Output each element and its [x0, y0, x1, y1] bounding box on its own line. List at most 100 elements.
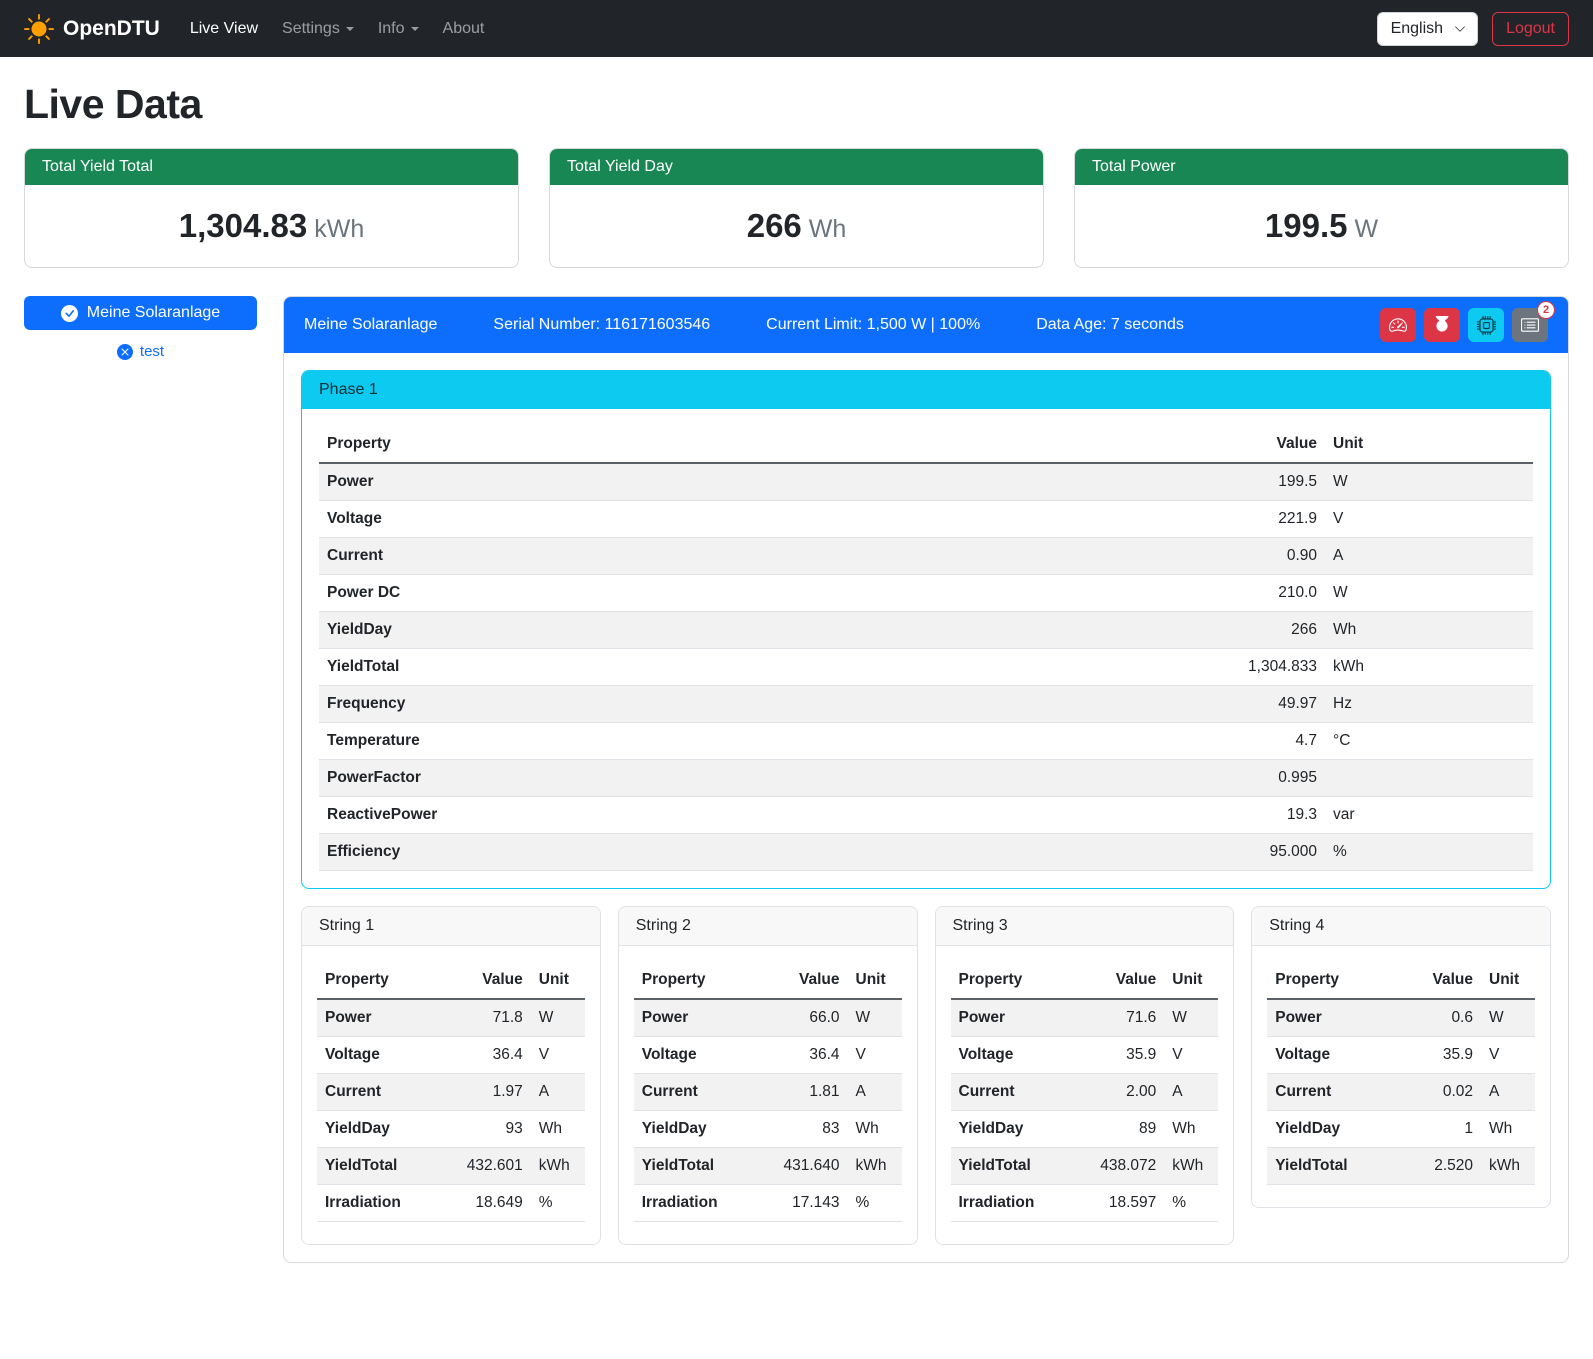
table-row: Power DC210.0W [319, 575, 1533, 612]
table-cell: 93 [445, 1111, 531, 1148]
chevron-down-icon [1454, 23, 1466, 35]
check-circle-icon [61, 305, 78, 322]
table-cell: 1.81 [762, 1074, 848, 1111]
table-cell: % [1325, 834, 1533, 871]
column-property: Property [951, 962, 1079, 999]
column-value: Value [1395, 962, 1481, 999]
table-cell: Current [319, 538, 1190, 575]
table-cell: Efficiency [319, 834, 1190, 871]
table-row: Power66.0W [634, 999, 902, 1037]
table-cell: 0.995 [1190, 760, 1325, 797]
table-cell: 2.520 [1395, 1148, 1481, 1185]
summary-card-value: 266 [747, 207, 802, 244]
column-value: Value [762, 962, 848, 999]
table-cell: 1 [1395, 1111, 1481, 1148]
table-cell: % [848, 1185, 902, 1222]
column-property: Property [319, 426, 1190, 463]
nav-info[interactable]: Info [366, 12, 431, 46]
table-cell: Wh [1481, 1111, 1535, 1148]
sidebar-item-meine-solaranlage[interactable]: Meine Solaranlage [24, 296, 257, 330]
table-row: Current1.97A [317, 1074, 585, 1111]
table-cell: V [1325, 501, 1533, 538]
table-row: YieldDay93Wh [317, 1111, 585, 1148]
table-row: Voltage35.9V [1267, 1037, 1535, 1074]
table-row: Power0.6W [1267, 999, 1535, 1037]
table-cell: Power [634, 999, 762, 1037]
string-card-3: String 3 Property Value Unit [935, 906, 1235, 1245]
table-cell: W [1325, 463, 1533, 501]
string-card-title: String 2 [619, 907, 917, 946]
brand-label: OpenDTU [63, 17, 160, 41]
table-row: YieldDay266Wh [319, 612, 1533, 649]
chevron-down-icon [346, 27, 354, 31]
table-cell: °C [1325, 723, 1533, 760]
table-row: YieldTotal438.072kWh [951, 1148, 1219, 1185]
table-row: Voltage221.9V [319, 501, 1533, 538]
table-row: Current2.00A [951, 1074, 1219, 1111]
table-cell: A [1481, 1074, 1535, 1111]
column-unit: Unit [1481, 962, 1535, 999]
table-cell: Voltage [951, 1037, 1079, 1074]
table-row: Current1.81A [634, 1074, 902, 1111]
table-cell: 35.9 [1395, 1037, 1481, 1074]
column-unit: Unit [531, 962, 585, 999]
table-header-row: Property Value Unit [634, 962, 902, 999]
table-cell: kWh [1481, 1148, 1535, 1185]
table-cell: Hz [1325, 686, 1533, 723]
table-cell: 36.4 [445, 1037, 531, 1074]
nav-live-view[interactable]: Live View [178, 12, 270, 46]
table-cell: 0.90 [1190, 538, 1325, 575]
table-row: Irradiation18.649% [317, 1185, 585, 1222]
inverter-serial: Serial Number: 116171603546 [493, 316, 710, 334]
table-row: YieldTotal1,304.833kWh [319, 649, 1533, 686]
column-property: Property [1267, 962, 1395, 999]
table-row: YieldDay83Wh [634, 1111, 902, 1148]
nav-about[interactable]: About [431, 12, 497, 46]
column-value: Value [1078, 962, 1164, 999]
brand[interactable]: OpenDTU [24, 14, 160, 44]
column-value: Value [445, 962, 531, 999]
table-cell: YieldTotal [951, 1148, 1079, 1185]
nav-settings[interactable]: Settings [270, 12, 366, 46]
table-header-row: Property Value Unit [1267, 962, 1535, 999]
table-cell: 19.3 [1190, 797, 1325, 834]
navbar: OpenDTU Live View Settings Info About En… [0, 0, 1593, 57]
summary-card-total-yield-day: Total Yield Day 266Wh [549, 148, 1044, 268]
power-settings-button[interactable] [1424, 308, 1460, 342]
limit-settings-button[interactable] [1380, 308, 1416, 342]
table-row: Temperature4.7°C [319, 723, 1533, 760]
string-table: Property Value Unit Power66.0WVoltage36.… [634, 962, 902, 1222]
table-cell: Current [317, 1074, 445, 1111]
table-row: YieldDay1Wh [1267, 1111, 1535, 1148]
table-cell: Irradiation [634, 1185, 762, 1222]
power-icon [1433, 316, 1451, 334]
table-cell: var [1325, 797, 1533, 834]
event-log-button[interactable]: 2 [1512, 308, 1548, 342]
table-cell: Current [634, 1074, 762, 1111]
sidebar-item-test[interactable]: test [24, 343, 257, 360]
table-cell: Wh [848, 1111, 902, 1148]
table-row: YieldTotal431.640kWh [634, 1148, 902, 1185]
table-cell: Voltage [1267, 1037, 1395, 1074]
string-card-2: String 2 Property Value Unit [618, 906, 918, 1245]
table-cell: 1.97 [445, 1074, 531, 1111]
nav-settings-label: Settings [282, 20, 340, 38]
summary-card-value: 1,304.83 [179, 207, 307, 244]
table-cell: 432.601 [445, 1148, 531, 1185]
table-cell: 89 [1078, 1111, 1164, 1148]
device-info-button[interactable] [1468, 308, 1504, 342]
cpu-icon [1477, 316, 1496, 335]
table-cell: V [1481, 1037, 1535, 1074]
table-cell: 71.8 [445, 999, 531, 1037]
table-row: YieldTotal2.520kWh [1267, 1148, 1535, 1185]
logout-button[interactable]: Logout [1492, 12, 1569, 46]
table-cell: A [531, 1074, 585, 1111]
summary-card-title: Total Yield Day [550, 149, 1043, 185]
table-cell: W [1481, 999, 1535, 1037]
table-row: Voltage36.4V [317, 1037, 585, 1074]
sidebar-item-label: test [140, 343, 164, 360]
table-cell: YieldDay [951, 1111, 1079, 1148]
inverter-name: Meine Solaranlage [304, 316, 437, 334]
phase-card-title: Phase 1 [302, 371, 1550, 409]
language-select[interactable]: English [1377, 12, 1478, 46]
